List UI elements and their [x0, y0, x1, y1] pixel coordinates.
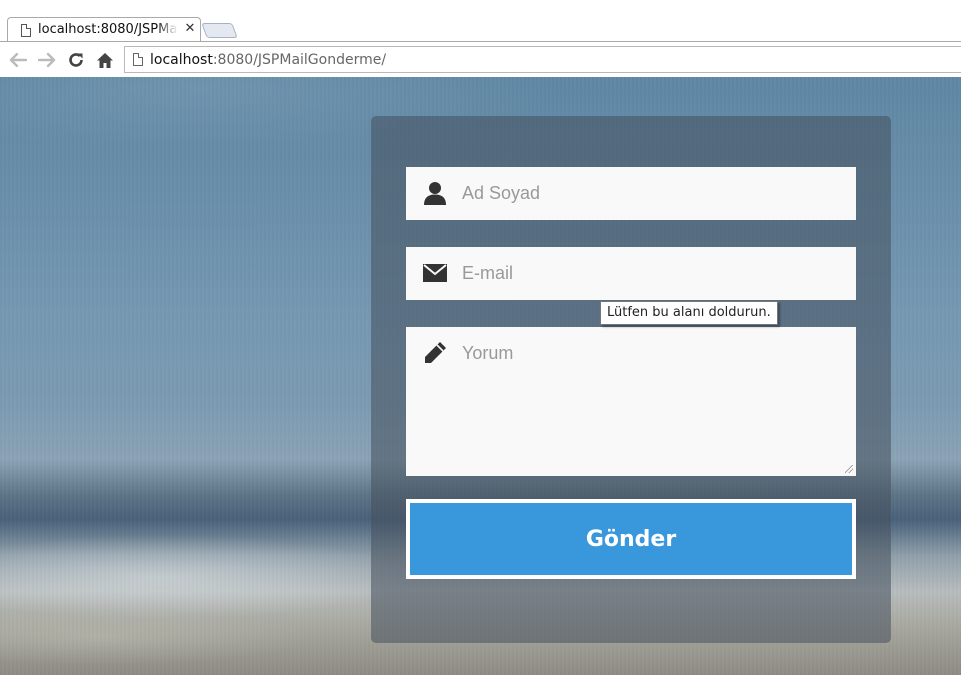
validation-tooltip: Lütfen bu alanı doldurun.: [600, 301, 778, 325]
page-icon: [21, 24, 31, 37]
email-field: [406, 247, 856, 300]
submit-button[interactable]: Gönder: [406, 499, 856, 579]
page-background: Lütfen bu alanı doldurun. Gönder: [0, 77, 961, 675]
page-icon: [133, 53, 143, 66]
browser-toolbar: localhost:8080/JSPMailGonderme/: [0, 42, 961, 77]
home-icon[interactable]: [94, 49, 116, 71]
tab-strip: localhost:8080/JSPMailGonderme/ ✕: [0, 0, 961, 42]
forward-icon[interactable]: [36, 49, 58, 71]
url-text[interactable]: localhost:8080/JSPMailGonderme/: [150, 51, 386, 69]
tab-title: localhost:8080/JSPMailGonderme/: [38, 22, 178, 37]
back-icon[interactable]: [7, 49, 29, 71]
user-icon: [423, 181, 447, 205]
url-path: :8080/JSPMailGonderme/: [212, 52, 387, 68]
contact-form: Lütfen bu alanı doldurun. Gönder: [371, 116, 891, 643]
address-bar[interactable]: localhost:8080/JSPMailGonderme/: [124, 46, 961, 73]
resize-handle[interactable]: [845, 465, 853, 473]
url-host: localhost: [150, 52, 213, 68]
name-field: [406, 167, 856, 220]
new-tab-button[interactable]: [201, 23, 238, 38]
pencil-icon: [423, 341, 447, 365]
envelope-icon: [423, 261, 447, 285]
comment-field: [406, 327, 856, 476]
reload-icon[interactable]: [65, 49, 87, 71]
browser-tab[interactable]: localhost:8080/JSPMailGonderme/ ✕: [7, 17, 201, 42]
close-icon[interactable]: ✕: [183, 21, 197, 37]
comment-textarea[interactable]: [462, 343, 848, 468]
email-input[interactable]: [462, 247, 842, 300]
name-input[interactable]: [462, 167, 842, 220]
